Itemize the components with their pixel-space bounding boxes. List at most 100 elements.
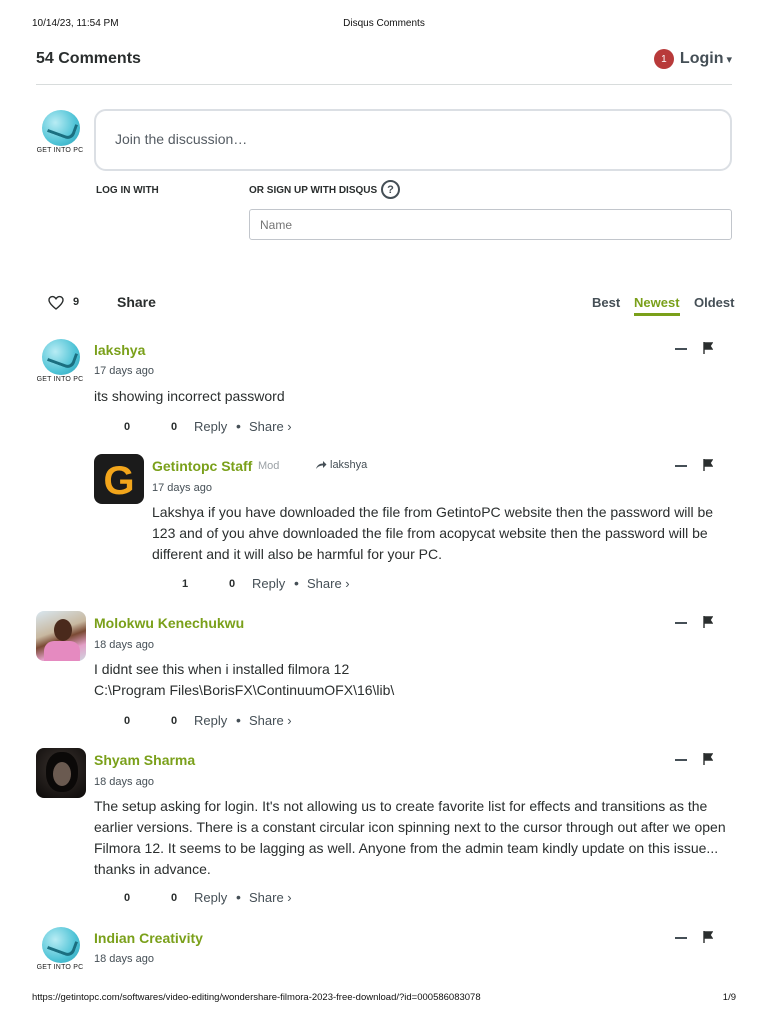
compose-placeholder: Join the discussion… [115,131,248,147]
upvote-count[interactable]: 0 [124,715,130,727]
g-logo-icon: G [103,459,134,503]
comment-time[interactable]: 18 days ago [94,953,154,965]
question-circle-icon[interactable]: ? [381,180,400,199]
comment-body: I didnt see this when i installed filmor… [94,659,732,701]
flag-icon[interactable] [703,753,713,765]
share-button[interactable]: Share › [249,419,292,434]
comment-body-line: The setup asking for login. It's not all… [94,798,708,814]
comment-actions: 0 0 Reply • Share › [124,418,324,437]
reply-button[interactable]: Reply [252,576,285,591]
bullet-separator: • [236,712,241,728]
svg-text:G: G [103,459,134,503]
comment-author[interactable]: Getintopc Staff [152,458,252,474]
bullet-separator: • [236,889,241,905]
comment-body-line: thanks in advance. [94,861,211,877]
flag-icon[interactable] [703,342,713,354]
share-button[interactable]: Share › [249,890,292,905]
comment-count: 54 Comments [36,50,141,67]
sort-tab-best[interactable]: Best [592,295,620,310]
flag-icon[interactable] [703,616,713,628]
mod-badge: Mod [258,460,280,472]
bullet-separator: • [294,575,299,591]
sort-tab-newest[interactable]: Newest [634,295,680,316]
comment-body-line: Lakshya if you have downloaded the file … [152,504,714,520]
globe-logo-icon [42,110,80,146]
comment-time[interactable]: 17 days ago [152,482,212,494]
avatar-face [54,619,72,641]
downvote-count[interactable]: 0 [171,892,177,904]
avatar[interactable]: GET INTO PC [36,927,84,975]
avatar[interactable] [36,611,86,661]
chevron-down-icon[interactable]: ▾ [726,53,732,66]
avatar[interactable] [36,748,86,798]
avatar[interactable]: GET INTO PC [36,339,84,387]
compose-avatar: GET INTO PC [36,110,84,158]
flag-icon[interactable] [703,459,713,471]
print-url: https://getintopc.com/softwares/video-ed… [32,992,481,1003]
comment-body: Lakshya if you have downloaded the file … [152,502,732,565]
avatar[interactable]: G [94,454,144,504]
print-title: Disqus Comments [343,18,425,29]
reply-to-link[interactable]: lakshya [315,459,367,471]
print-header: 10/14/23, 11:54 PM Disqus Comments [32,18,736,32]
login-menu[interactable]: 1 Login ▾ [653,49,732,69]
avatar-logo-text: GET INTO PC [36,376,84,383]
avatar-logo-text: GET INTO PC [36,964,84,971]
downvote-count[interactable]: 0 [171,715,177,727]
comment-actions: 1 0 Reply • Share › [182,575,382,594]
login-label[interactable]: Login [680,50,724,68]
comment-body-line: its showing incorrect password [94,388,285,404]
bullet-separator: • [236,418,241,434]
reply-button[interactable]: Reply [194,890,227,905]
name-input[interactable] [249,209,732,240]
comment-body-line: I didnt see this when i installed filmor… [94,661,350,677]
share-thread-button[interactable]: Share [117,294,156,310]
signup-disqus-label: OR SIGN UP WITH DISQUS [249,185,378,196]
comment-author[interactable]: Molokwu Kenechukwu [94,615,244,631]
notification-badge[interactable]: 1 [653,49,674,69]
comment-body-line: C:\Program Files\BorisFX\ContinuumOFX\16… [94,682,395,698]
collapse-minus-icon[interactable] [675,622,687,624]
collapse-minus-icon[interactable] [675,937,687,939]
comment-author[interactable]: Indian Creativity [94,930,203,946]
globe-logo-icon [42,339,80,375]
collapse-minus-icon[interactable] [675,465,687,467]
sort-tab-oldest[interactable]: Oldest [694,295,734,310]
upvote-count[interactable]: 1 [182,578,188,590]
favorite-count: 9 [73,296,80,308]
comment-body-line: Filmora 12. It seems to be lagging as we… [94,840,719,856]
upvote-count[interactable]: 0 [124,892,130,904]
heart-outline-icon[interactable] [48,295,64,311]
flag-icon[interactable] [703,931,713,943]
collapse-minus-icon[interactable] [675,348,687,350]
downvote-count[interactable]: 0 [171,421,177,433]
comment-actions: 0 0 Reply • Share › [124,889,324,908]
comment-body-line: 123 and of you ahve downloaded the file … [152,525,708,541]
share-button[interactable]: Share › [307,576,350,591]
comment-time[interactable]: 17 days ago [94,365,154,377]
comment-body-line: different and it will also be harmful fo… [152,546,442,562]
comment-time[interactable]: 18 days ago [94,776,154,788]
upvote-count[interactable]: 0 [124,421,130,433]
comment-author[interactable]: Shyam Sharma [94,752,195,768]
reply-button[interactable]: Reply [194,419,227,434]
comment-time[interactable]: 18 days ago [94,639,154,651]
avatar-face [53,762,71,786]
reply-button[interactable]: Reply [194,713,227,728]
comment-body: its showing incorrect password [94,386,285,407]
globe-logo-icon [42,927,80,963]
sort-bar: 9 Share Best Newest Oldest [36,294,734,318]
reply-to-name[interactable]: lakshya [330,459,367,471]
comment-author[interactable]: lakshya [94,342,145,358]
thread-top-bar: 54 Comments 1 Login ▾ [36,46,732,85]
comment-actions: 0 0 Reply • Share › [124,712,324,731]
reply-arrow-icon [316,461,327,469]
compose-textarea[interactable]: Join the discussion… [94,109,732,171]
share-button[interactable]: Share › [249,713,292,728]
avatar-shirt [44,641,80,661]
avatar-logo-text: GET INTO PC [36,147,84,154]
collapse-minus-icon[interactable] [675,759,687,761]
print-page-number: 1/9 [722,992,736,1003]
downvote-count[interactable]: 0 [229,578,235,590]
comment-body: The setup asking for login. It's not all… [94,796,734,880]
